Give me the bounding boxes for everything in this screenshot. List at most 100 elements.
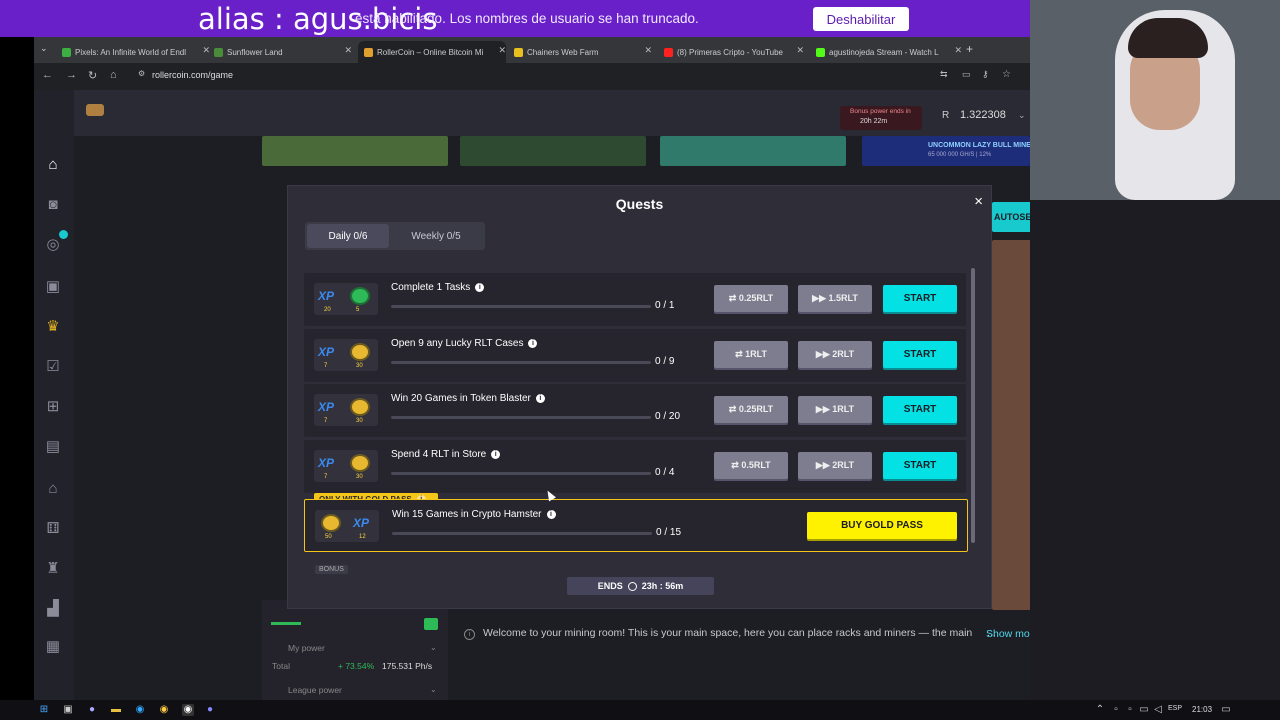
info-icon[interactable]: i (535, 394, 545, 403)
notification-icon[interactable]: ▭ (1220, 704, 1232, 716)
site-info-icon[interactable]: ⚙ (138, 69, 145, 78)
reload-icon[interactable]: ↻ (88, 69, 97, 82)
browser-tab[interactable]: agustinojeda Stream - Watch L ✕ (816, 41, 962, 63)
tray-icon[interactable]: ▫ (1124, 704, 1136, 716)
room-art-3 (660, 136, 846, 166)
league-power-chevron-icon[interactable]: ⌄ (430, 685, 437, 694)
marketplace-icon[interactable]: ▤ (44, 438, 62, 456)
bookmark-star-icon[interactable]: ☆ (1002, 69, 1011, 80)
info-icon[interactable]: i (546, 510, 556, 519)
reroll-button[interactable]: ⇄ 0.5RLT (714, 452, 788, 479)
my-power-chevron-icon[interactable]: ⌄ (430, 643, 437, 652)
file-explorer-icon[interactable]: ▬ (110, 704, 122, 716)
tab-weekly[interactable]: Weekly 0/5 (395, 224, 477, 248)
games-icon[interactable]: ◙ (44, 196, 62, 214)
more-icon[interactable]: ▦ (44, 638, 62, 656)
back-icon[interactable]: ← (42, 69, 53, 81)
reroll-button[interactable]: ⇄ 0.25RLT (714, 285, 788, 312)
total-label: Total (272, 661, 290, 671)
task-view-icon[interactable]: ▣ (62, 704, 74, 716)
start-button[interactable]: START (883, 341, 957, 368)
my-power-label: My power (288, 643, 325, 653)
gold-quest-row: 50 XP 12 Win 15 Games in Crypto Hamster i 0… (304, 499, 968, 552)
chrome-active-icon[interactable]: ◉ (182, 704, 194, 716)
tab-close-icon[interactable]: ✕ (202, 45, 210, 56)
tray-icon[interactable]: ▫ (1110, 704, 1122, 716)
disable-button[interactable]: Deshabilitar (813, 7, 909, 31)
discord-icon[interactable]: ● (204, 704, 216, 716)
coin-amount: 30 (356, 474, 363, 480)
buy-gold-pass-button[interactable]: BUY GOLD PASS (807, 512, 957, 539)
quest-row: XP 7 30 Win 20 Games in Token Blaster i 0 /… (304, 384, 966, 437)
store-icon[interactable]: ⊞ (44, 398, 62, 416)
tab-daily[interactable]: Daily 0/6 (307, 224, 389, 248)
browser-tab[interactable]: (8) Primeras Cripto - YouTube ✕ (664, 41, 804, 63)
tab-close-icon[interactable]: ✕ (796, 45, 804, 56)
browser-tab[interactable]: Pixels: An Infinite World of Endl ✕ (62, 41, 210, 63)
skip-button[interactable]: ▶▶ 1RLT (798, 396, 872, 423)
browser-tab[interactable]: Chainers Web Farm ✕ (514, 41, 652, 63)
chrome-icon[interactable]: ◉ (158, 704, 170, 716)
event-icon[interactable]: ⚅ (44, 520, 62, 538)
edge-icon[interactable]: ◉ (134, 704, 146, 716)
progress-bar (392, 532, 652, 535)
xp-amount: 7 (324, 418, 328, 424)
info-icon[interactable]: i (475, 283, 485, 292)
browser-tab-active[interactable]: RollerCoin – Online Bitcoin Mi ✕ (358, 41, 506, 63)
app-icon[interactable]: ● (86, 704, 98, 716)
tab-close-icon[interactable]: ✕ (344, 45, 352, 56)
volume-icon[interactable]: ◁ (1152, 704, 1164, 716)
stream-right-area (1030, 200, 1280, 700)
url-field[interactable]: rollercoin.com/game (152, 70, 233, 80)
quest-title: Win 15 Games in Crypto Hamster i (392, 509, 556, 520)
tray-chevron-icon[interactable]: ⌃ (1094, 704, 1106, 716)
xp-icon: XP (318, 289, 335, 303)
network-icon[interactable]: ▭ (1138, 704, 1150, 716)
crown-icon[interactable]: ♛ (44, 318, 62, 336)
home-icon[interactable]: ⌂ (44, 156, 62, 174)
language-indicator[interactable]: ESP (1168, 705, 1182, 712)
tab-search-icon[interactable]: ⌄ (40, 43, 48, 54)
browser-tabstrip: ⌄ Pixels: An Infinite World of Endl ✕ Sun… (34, 37, 1030, 63)
referral-icon[interactable]: ▟ (44, 600, 62, 618)
quests-icon[interactable]: ◎ (44, 236, 62, 254)
new-tab-icon[interactable]: + (966, 42, 973, 56)
tab-close-icon[interactable]: ✕ (954, 45, 962, 56)
start-button[interactable]: START (883, 396, 957, 423)
browser-tab[interactable]: Sunflower Land ✕ (214, 41, 352, 63)
tab-close-icon[interactable]: ✕ (498, 45, 506, 56)
cases-icon[interactable]: ▣ (44, 278, 62, 296)
skip-button[interactable]: ▶▶ 2RLT (798, 341, 872, 368)
hamster-logo[interactable] (86, 104, 104, 116)
close-icon[interactable]: × (974, 193, 983, 210)
forward-icon[interactable]: → (66, 69, 77, 81)
reroll-button[interactable]: ⇄ 1RLT (714, 341, 788, 368)
cast-icon[interactable]: ▭ (962, 69, 971, 80)
skip-button[interactable]: ▶▶ 2RLT (798, 452, 872, 479)
screen-left-edge (0, 37, 34, 700)
start-button[interactable]: START (883, 285, 957, 312)
home-page-icon[interactable]: ⌂ (110, 69, 117, 81)
translate-icon[interactable]: ⇆ (940, 69, 948, 80)
key-icon[interactable]: ⚷ (982, 69, 989, 80)
balance-value[interactable]: 1.322308 (960, 109, 1006, 121)
total-percent: + 73.54% (338, 661, 375, 671)
taskbar-clock[interactable]: 21:03 (1192, 705, 1212, 714)
quest-title-text: Spend 4 RLT in Store (391, 449, 487, 460)
skip-button[interactable]: ▶▶ 1.5RLT (798, 285, 872, 312)
bonus-timer: 20h 22m (860, 118, 888, 125)
info-icon[interactable]: i (491, 450, 501, 459)
quest-title: Win 20 Games in Token Blaster i (391, 393, 545, 404)
bank-icon[interactable]: ⌂ (44, 480, 62, 498)
trophy-icon[interactable]: ♜ (44, 560, 62, 578)
promo-banner[interactable]: UNCOMMON LAZY BULL MINER 65 000 000 GH/S… (862, 136, 1036, 166)
info-icon[interactable]: i (528, 339, 538, 348)
reroll-button[interactable]: ⇄ 0.25RLT (714, 396, 788, 423)
tasks-icon[interactable]: ☑ (44, 358, 62, 376)
balance-dropdown-icon[interactable]: ⌄ (1018, 110, 1026, 121)
start-button[interactable]: START (883, 452, 957, 479)
tab-close-icon[interactable]: ✕ (644, 45, 652, 56)
windows-start-icon[interactable]: ⊞ (38, 704, 50, 716)
xp-icon: XP (318, 400, 335, 414)
quest-list-scrollbar[interactable] (971, 268, 975, 543)
